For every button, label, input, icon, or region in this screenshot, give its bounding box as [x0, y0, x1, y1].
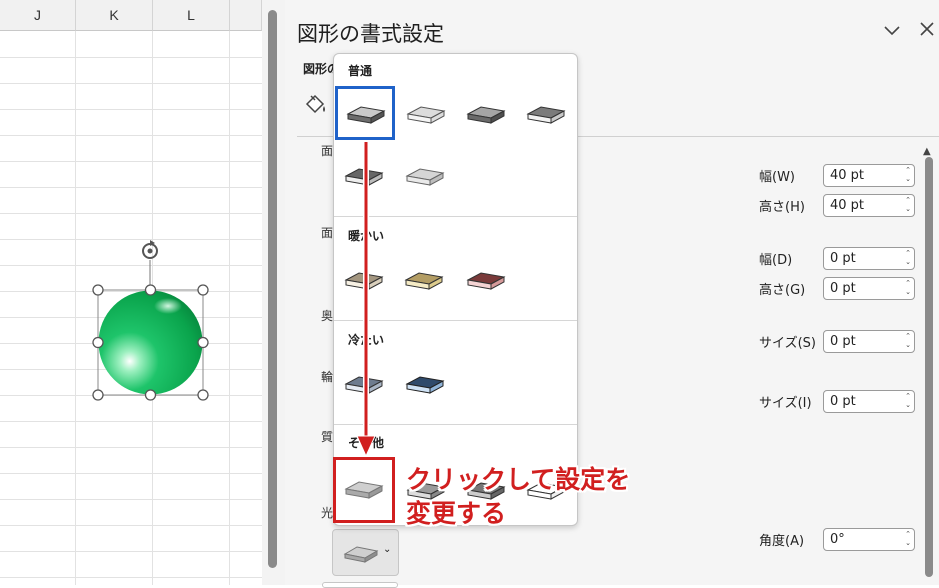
material-swatch-warm-3[interactable]	[458, 252, 518, 306]
column-header-k[interactable]: K	[76, 0, 153, 31]
depth-size-spinner[interactable]: 0 pt ⌃ ⌄	[823, 330, 915, 353]
pane-scrollbar-thumb[interactable]	[925, 157, 933, 577]
close-icon[interactable]	[916, 20, 938, 42]
lighting-dropdown-button[interactable]: ⌄	[332, 529, 399, 576]
column-header-next[interactable]	[230, 0, 262, 31]
grid-line	[0, 187, 262, 188]
annotation-arrow-icon	[356, 142, 376, 458]
material-swatch-warm-matte[interactable]	[398, 86, 458, 140]
sheet-scrollbar-thumb[interactable]	[268, 10, 277, 568]
grid-line	[0, 135, 262, 136]
material-swatch-warm-2[interactable]	[396, 252, 456, 306]
grid-line	[75, 31, 76, 585]
material-swatch-plastic[interactable]	[458, 86, 518, 140]
scroll-up-icon[interactable]: ▲	[923, 146, 931, 157]
width-d-spinner[interactable]: 0 pt ⌃ ⌄	[823, 247, 915, 270]
height-h-label: 高さ(H)	[759, 200, 805, 215]
annotation-text-line2: 変更する	[406, 499, 507, 528]
width-w-label: 幅(W)	[759, 170, 795, 185]
section-label-material: 質	[321, 430, 334, 444]
fill-bucket-icon[interactable]	[303, 92, 329, 120]
section-label-contour: 輪	[321, 370, 334, 384]
lighting-bevel-icon	[343, 546, 379, 563]
contour-size-label: サイズ(I)	[759, 396, 812, 411]
grid-line	[0, 447, 262, 448]
grid-line	[0, 57, 262, 58]
next-control-edge[interactable]	[322, 582, 398, 588]
section-label-back: 面	[321, 226, 334, 240]
height-h-spinner[interactable]: 40 pt ⌃ ⌄	[823, 194, 915, 217]
material-swatch-cool-2[interactable]	[397, 356, 457, 410]
contour-size-spinner[interactable]: 0 pt ⌃ ⌄	[823, 390, 915, 413]
section-label-lighting: 光	[321, 506, 334, 520]
width-d-label: 幅(D)	[759, 253, 793, 268]
depth-size-label: サイズ(S)	[759, 336, 817, 351]
grid-line	[0, 161, 262, 162]
section-label-front: 面	[321, 144, 334, 158]
chevron-down-icon: ⌄	[383, 544, 392, 555]
height-g-spinner[interactable]: 0 pt ⌃ ⌄	[823, 277, 915, 300]
grid-line	[0, 213, 262, 214]
grid-line	[0, 551, 262, 552]
width-w-spinner[interactable]: 40 pt ⌃ ⌄	[823, 164, 915, 187]
grid-line	[0, 499, 262, 500]
grid-line	[0, 577, 262, 578]
grid-line	[0, 109, 262, 110]
gallery-group-standard: 普通	[348, 64, 373, 78]
material-swatch-other-highlighted[interactable]	[333, 457, 395, 523]
material-swatch-metal[interactable]	[518, 86, 578, 140]
annotation-text-line1: クリックして設定を	[406, 465, 631, 494]
rotate-handle-icon[interactable]	[142, 240, 158, 259]
chevron-down-icon[interactable]	[881, 20, 903, 42]
angle-label: 角度(A)	[759, 534, 805, 549]
section-label-depth: 奥	[321, 309, 334, 323]
height-g-label: 高さ(G)	[759, 283, 806, 298]
spreadsheet-grid[interactable]: J K L	[0, 0, 262, 585]
pane-title: 図形の書式設定	[297, 22, 444, 46]
grid-line	[0, 421, 262, 422]
material-swatch-matte-selected[interactable]	[335, 86, 395, 140]
grid-line	[0, 83, 262, 84]
material-swatch-soft-edge[interactable]	[397, 148, 457, 202]
grid-line	[229, 31, 230, 585]
selected-sphere-shape[interactable]	[88, 236, 214, 406]
column-header-l[interactable]: L	[153, 0, 230, 31]
column-header-j[interactable]: J	[0, 0, 76, 31]
angle-spinner[interactable]: 0° ⌃ ⌄	[823, 528, 915, 551]
grid-line	[0, 525, 262, 526]
grid-line	[0, 473, 262, 474]
